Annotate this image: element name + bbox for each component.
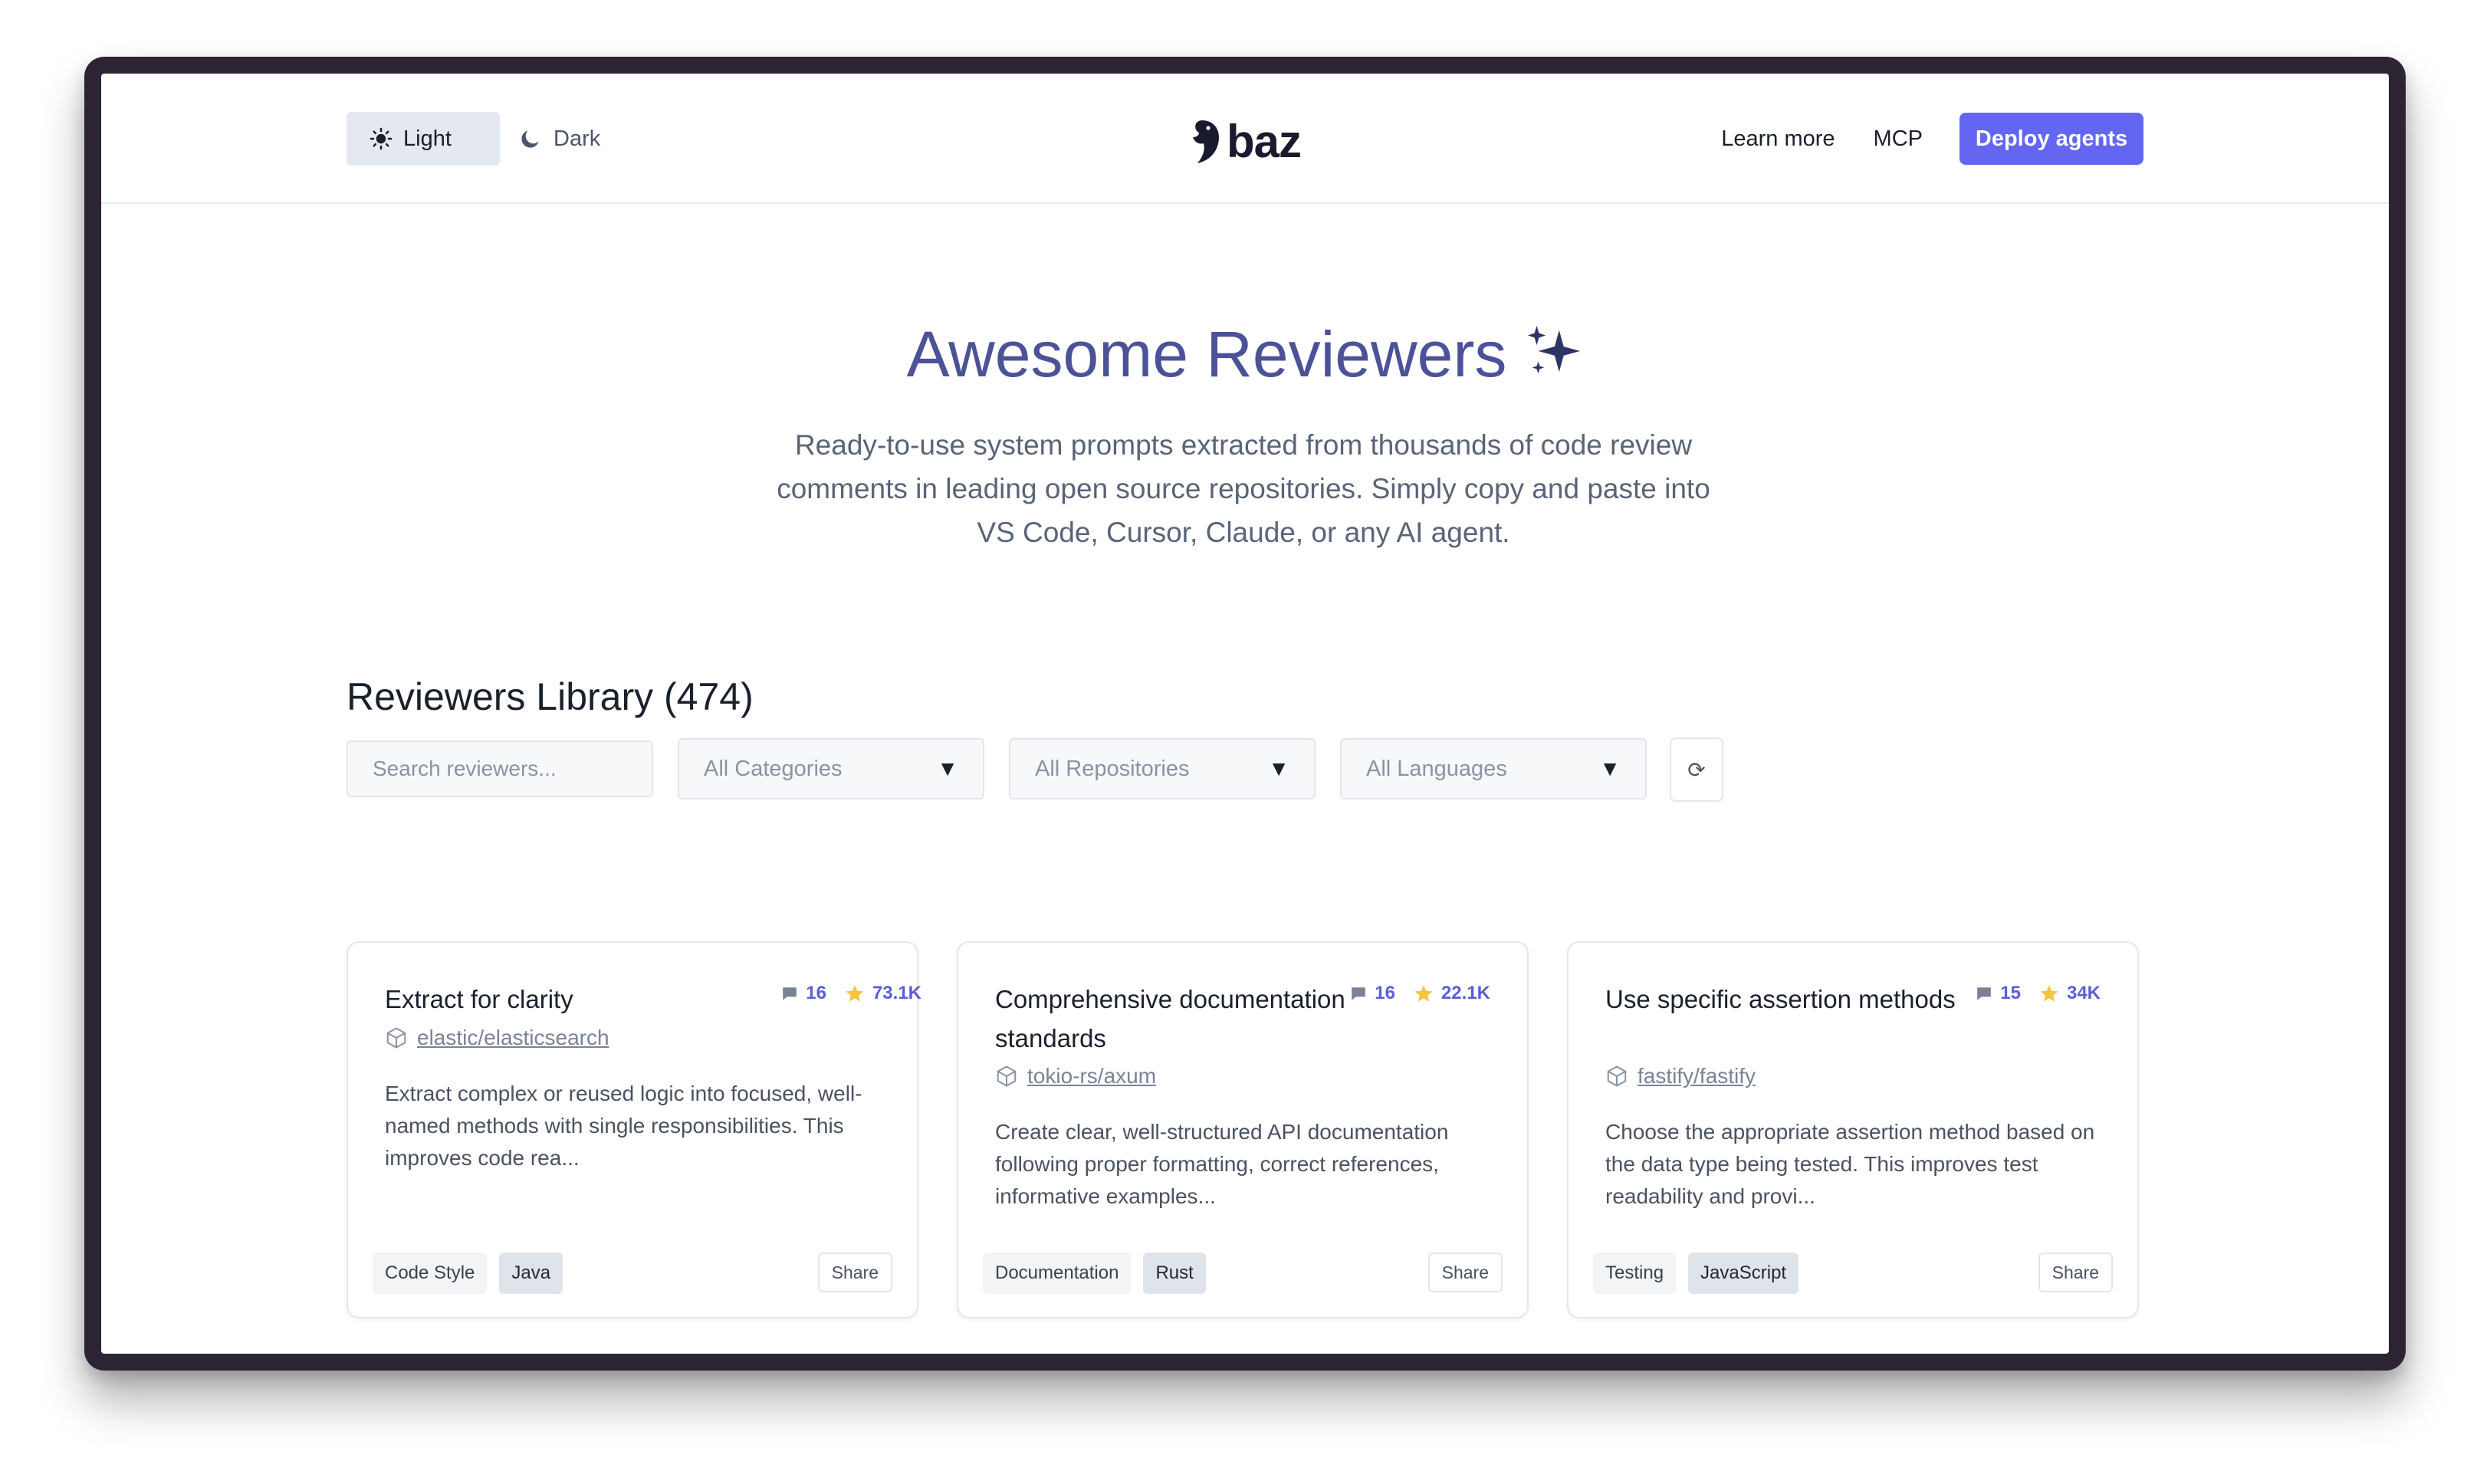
reset-filters-button[interactable]: ⟳ [1670,737,1723,802]
theme-dark-label: Dark [554,126,601,151]
languages-select-value: All Languages [1366,756,1507,781]
card-stats: 15 34K [1976,983,2101,1004]
card-description: Choose the appropriate assertion method … [1605,1120,2095,1208]
theme-light-button[interactable]: Light [347,112,500,166]
star-count-value: 34K [2066,983,2101,1003]
repositories-select-value: All Repositories [1035,756,1190,781]
repo-name: elastic/elasticsearch [417,1026,609,1049]
card-repo-link[interactable]: fastify/fastify [1605,1064,1756,1088]
header-nav: Learn more MCP Deploy agents [1721,112,2143,166]
theme-light-label: Light [403,126,452,151]
card-title: Use specific assertion methods [1605,985,1956,1013]
bird-logo-icon [1193,120,1219,163]
star-count-value: 73.1K [872,983,921,1003]
share-button[interactable]: Share [2038,1253,2113,1292]
comment-count: 16 [781,983,826,1004]
reviewer-card[interactable]: Use specific assertion methods 15 34K fa… [1567,941,2139,1318]
hero-title-text: Awesome Reviewers [906,318,1507,390]
language-tag[interactable]: Java [499,1253,563,1294]
top-header: Light Dark baz Learn more MCP Deploy age… [101,74,2389,204]
package-icon [997,1065,1017,1087]
repo-name: fastify/fastify [1638,1064,1756,1088]
deploy-agents-button[interactable]: Deploy agents [1959,113,2143,165]
card-repo-link[interactable]: tokio-rs/axum [995,1064,1156,1088]
package-icon [1607,1065,1627,1087]
baz-logo[interactable]: baz [1190,115,1302,168]
star-count: 73.1K [845,983,921,1004]
card-description: Extract complex or reused logic into foc… [385,1082,862,1170]
card-title: Extract for clarity [385,985,573,1013]
package-icon [386,1027,406,1049]
comment-icon [1977,987,1992,1000]
share-button[interactable]: Share [1427,1253,1503,1292]
repo-name: tokio-rs/axum [1027,1064,1157,1088]
nav-mcp-link[interactable]: MCP [1874,112,1923,166]
categories-select[interactable]: All Categories ▼ [678,738,984,799]
hero-heading: Awesome Reviewers [101,317,2389,392]
sparkles-icon [1528,325,1581,374]
language-tag[interactable]: JavaScript [1688,1253,1799,1294]
star-icon [846,985,864,1002]
logo-text: baz [1227,116,1302,167]
comment-count-value: 15 [2000,983,2021,1003]
filter-bar: Search reviewers... All Categories ▼ All… [347,737,1723,802]
repositories-select[interactable]: All Repositories ▼ [1009,738,1316,799]
browser-viewport: Light Dark baz Learn more MCP Deploy age… [101,74,2389,1354]
caret-down-icon: ▼ [1599,757,1621,780]
language-tag[interactable]: Rust [1143,1253,1206,1294]
theme-toggle: Light Dark [347,112,623,166]
card-stats: 16 73.1K [781,983,921,1004]
device-frame: Light Dark baz Learn more MCP Deploy age… [84,57,2406,1371]
card-repo-link[interactable]: elastic/elasticsearch [385,1026,609,1050]
theme-dark-button[interactable]: Dark [500,112,623,166]
refresh-icon: ⟳ [1687,757,1706,782]
card-tags: Documentation Rust [983,1253,1206,1294]
caret-down-icon: ▼ [1268,757,1289,780]
moon-icon [521,130,539,148]
category-tag[interactable]: Documentation [983,1253,1132,1294]
card-tags: Testing JavaScript [1593,1253,1799,1294]
search-input[interactable]: Search reviewers... [347,740,653,797]
nav-learn-more-link[interactable]: Learn more [1721,112,1835,166]
hero-subtitle: Ready-to-use system prompts extracted fr… [777,429,1710,548]
reviewer-card[interactable]: Extract for clarity 16 73.1K elastic/ela… [347,941,921,1318]
comment-count-value: 16 [806,983,826,1003]
caret-down-icon: ▼ [937,757,958,780]
card-stats: 16 22.1K [1350,983,1490,1004]
card-tags: Code Style Java [373,1253,563,1294]
card-title: Comprehensive documentation standards [995,985,1345,1052]
comment-icon [783,987,797,1000]
languages-select[interactable]: All Languages ▼ [1340,738,1647,799]
sun-icon [370,127,393,150]
star-icon [1414,985,1433,1002]
comment-count: 16 [1350,983,1395,1004]
categories-select-value: All Categories [704,756,843,781]
card-description: Create clear, well-structured API docume… [995,1120,1449,1208]
share-button[interactable]: Share [817,1253,892,1292]
star-count: 22.1K [1414,983,1490,1004]
reviewer-card[interactable]: Comprehensive documentation standards 16… [957,941,1529,1318]
star-count: 34K [2039,983,2101,1004]
star-count-value: 22.1K [1440,983,1490,1003]
star-icon [2040,985,2058,1002]
comment-icon [1352,987,1366,1000]
comment-count: 15 [1976,983,2021,1004]
comment-count-value: 16 [1375,983,1395,1003]
library-title: Reviewers Library (474) [347,675,754,718]
category-tag[interactable]: Code Style [373,1253,488,1294]
category-tag[interactable]: Testing [1593,1253,1677,1294]
